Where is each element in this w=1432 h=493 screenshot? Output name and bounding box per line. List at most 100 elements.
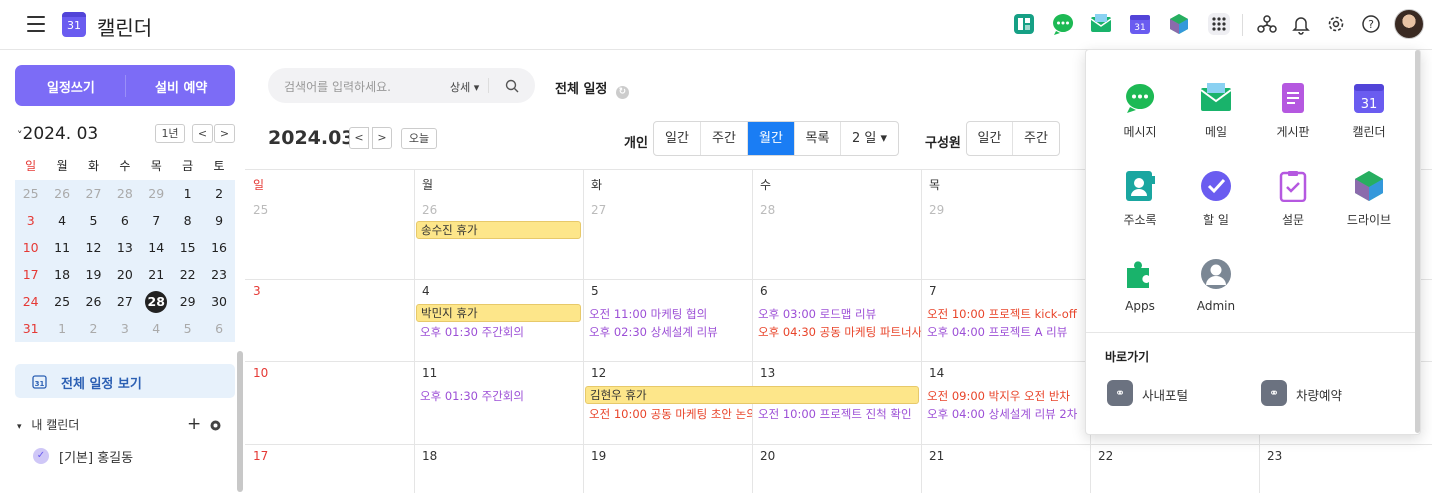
day-number[interactable]: 19 (591, 449, 606, 463)
messenger-icon[interactable] (1052, 13, 1074, 35)
calendar-event[interactable]: 오후 01:30 주간회의 (420, 388, 524, 404)
tab-2day-dropdown[interactable]: 2 일 ▾ (841, 122, 898, 155)
mini-day[interactable]: 26 (77, 288, 110, 315)
search-box[interactable]: 검색어를 입력하세요. 상세 ▾ (268, 68, 535, 103)
calendar-event[interactable]: 오전 11:00 마케팅 협의 (589, 306, 707, 322)
reserve-equipment-button[interactable]: 설비 예약 (155, 77, 207, 96)
calendar-icon[interactable]: 31 (1129, 13, 1151, 35)
mini-day[interactable]: 24 (15, 288, 47, 315)
day-number[interactable]: 7 (929, 284, 937, 298)
day-number[interactable]: 20 (760, 449, 775, 463)
apps-grid-icon[interactable] (1208, 13, 1230, 35)
mini-day[interactable]: 25 (46, 288, 78, 315)
calendar-event[interactable]: 오전 09:00 박지우 오전 반차 (927, 388, 1070, 404)
mini-day[interactable]: 28 (109, 180, 141, 207)
mini-day[interactable]: 10 (15, 234, 47, 261)
mini-calendar-title[interactable]: ˅2024. 03 (17, 124, 98, 144)
mini-day[interactable]: 17 (15, 261, 47, 288)
tab-daily[interactable]: 일간 (654, 122, 701, 155)
mini-day[interactable]: 25 (15, 180, 47, 207)
day-number[interactable]: 22 (1098, 449, 1113, 463)
mini-day[interactable]: 30 (203, 288, 235, 315)
mini-day[interactable]: 31 (15, 315, 47, 342)
mini-day[interactable]: 3 (109, 315, 141, 342)
calendar-event[interactable]: 오후 04:30 공동 마케팅 파트너사 논의 (758, 324, 921, 340)
mini-day[interactable]: 19 (77, 261, 110, 288)
sidebar-scrollbar[interactable] (237, 351, 243, 492)
tab-list[interactable]: 목록 (795, 122, 841, 155)
mini-next-button[interactable]: > (214, 124, 235, 143)
search-icon[interactable] (505, 79, 519, 93)
next-month-button[interactable]: > (372, 127, 392, 149)
day-number[interactable]: 13 (760, 366, 775, 380)
mini-day[interactable]: 1 (171, 180, 204, 207)
today-button[interactable]: 오늘 (401, 128, 437, 149)
mini-day[interactable]: 18 (46, 261, 78, 288)
mini-day[interactable]: 27 (109, 288, 141, 315)
calendar-event[interactable]: 오전 10:00 프로젝트 kick-off (927, 306, 1077, 322)
mini-day[interactable]: 23 (203, 261, 235, 288)
search-input[interactable]: 검색어를 입력하세요. (284, 78, 391, 95)
mini-day[interactable]: 4 (140, 315, 172, 342)
calendar-event[interactable]: 오전 10:00 프로젝트 진척 확인 (758, 406, 912, 422)
mini-day[interactable]: 9 (203, 207, 235, 234)
day-number[interactable]: 4 (422, 284, 430, 298)
mini-day[interactable]: 7 (140, 207, 172, 234)
mini-day[interactable]: 16 (203, 234, 235, 261)
calendar-settings-icon[interactable] (209, 417, 222, 436)
checkbox-checked-icon[interactable]: ✓ (33, 448, 49, 464)
mini-day[interactable]: 13 (109, 234, 141, 261)
tab-weekly[interactable]: 주간 (701, 122, 748, 155)
year-button[interactable]: 1년 (155, 124, 185, 143)
mini-day-today[interactable]: 28 (140, 288, 172, 315)
member-tab-weekly[interactable]: 주간 (1013, 122, 1059, 155)
mini-day[interactable]: 8 (171, 207, 204, 234)
allday-event[interactable]: 박민지 휴가 (416, 304, 581, 322)
calendar-event[interactable]: 오전 10:00 공동 마케팅 초안 논의 (589, 406, 752, 422)
mail-icon[interactable] (1090, 13, 1112, 35)
mini-day[interactable]: 12 (77, 234, 110, 261)
mini-day[interactable]: 20 (109, 261, 141, 288)
mini-day[interactable]: 1 (46, 315, 78, 342)
day-number[interactable]: 12 (591, 366, 606, 380)
gear-icon[interactable] (1325, 13, 1347, 35)
write-schedule-button[interactable]: 일정쓰기 (47, 77, 95, 96)
calendar-event[interactable]: 오후 04:00 프로젝트 A 리뷰 (927, 324, 1067, 340)
org-chart-icon[interactable] (1256, 13, 1278, 35)
drive-icon[interactable] (1168, 13, 1190, 35)
day-number[interactable]: 18 (422, 449, 437, 463)
mini-day[interactable]: 6 (203, 315, 235, 342)
chevron-down-icon[interactable]: ▾ (17, 422, 22, 432)
day-number[interactable]: 10 (253, 366, 268, 380)
day-number[interactable]: 3 (253, 284, 261, 298)
mini-day[interactable]: 29 (171, 288, 204, 315)
calendar-event[interactable]: 오후 01:30 주간회의 (420, 324, 524, 340)
mini-day[interactable]: 2 (77, 315, 110, 342)
day-number[interactable]: 11 (422, 366, 437, 380)
my-calendar-header[interactable]: ▾ 내 캘린더 (17, 416, 79, 433)
allday-event[interactable]: 송수진 휴가 (416, 221, 581, 239)
day-number[interactable]: 17 (253, 449, 268, 463)
help-icon[interactable]: ? (1360, 13, 1382, 35)
popup-scrollbar[interactable] (1415, 50, 1420, 433)
mini-day[interactable]: 14 (140, 234, 172, 261)
day-number[interactable]: 21 (929, 449, 944, 463)
day-number[interactable]: 5 (591, 284, 599, 298)
day-number[interactable]: 27 (591, 203, 606, 217)
calendar-event[interactable]: 오후 04:00 상세설계 리뷰 2차 (927, 406, 1077, 422)
day-number[interactable]: 25 (253, 203, 268, 217)
mini-day[interactable]: 15 (171, 234, 204, 261)
mini-day[interactable]: 22 (171, 261, 204, 288)
mini-prev-button[interactable]: < (192, 124, 213, 143)
day-number[interactable]: 14 (929, 366, 944, 380)
refresh-icon[interactable]: ↻ (615, 86, 629, 99)
mini-day[interactable]: 5 (171, 315, 204, 342)
day-number[interactable]: 28 (760, 203, 775, 217)
mini-day[interactable]: 2 (203, 180, 235, 207)
add-calendar-icon[interactable]: + (187, 414, 201, 434)
mini-day[interactable]: 3 (15, 207, 47, 234)
tab-monthly[interactable]: 월간 (748, 122, 795, 155)
mini-day[interactable]: 6 (109, 207, 141, 234)
allday-event[interactable]: 김현우 휴가 (585, 386, 919, 404)
mini-day[interactable]: 26 (46, 180, 78, 207)
